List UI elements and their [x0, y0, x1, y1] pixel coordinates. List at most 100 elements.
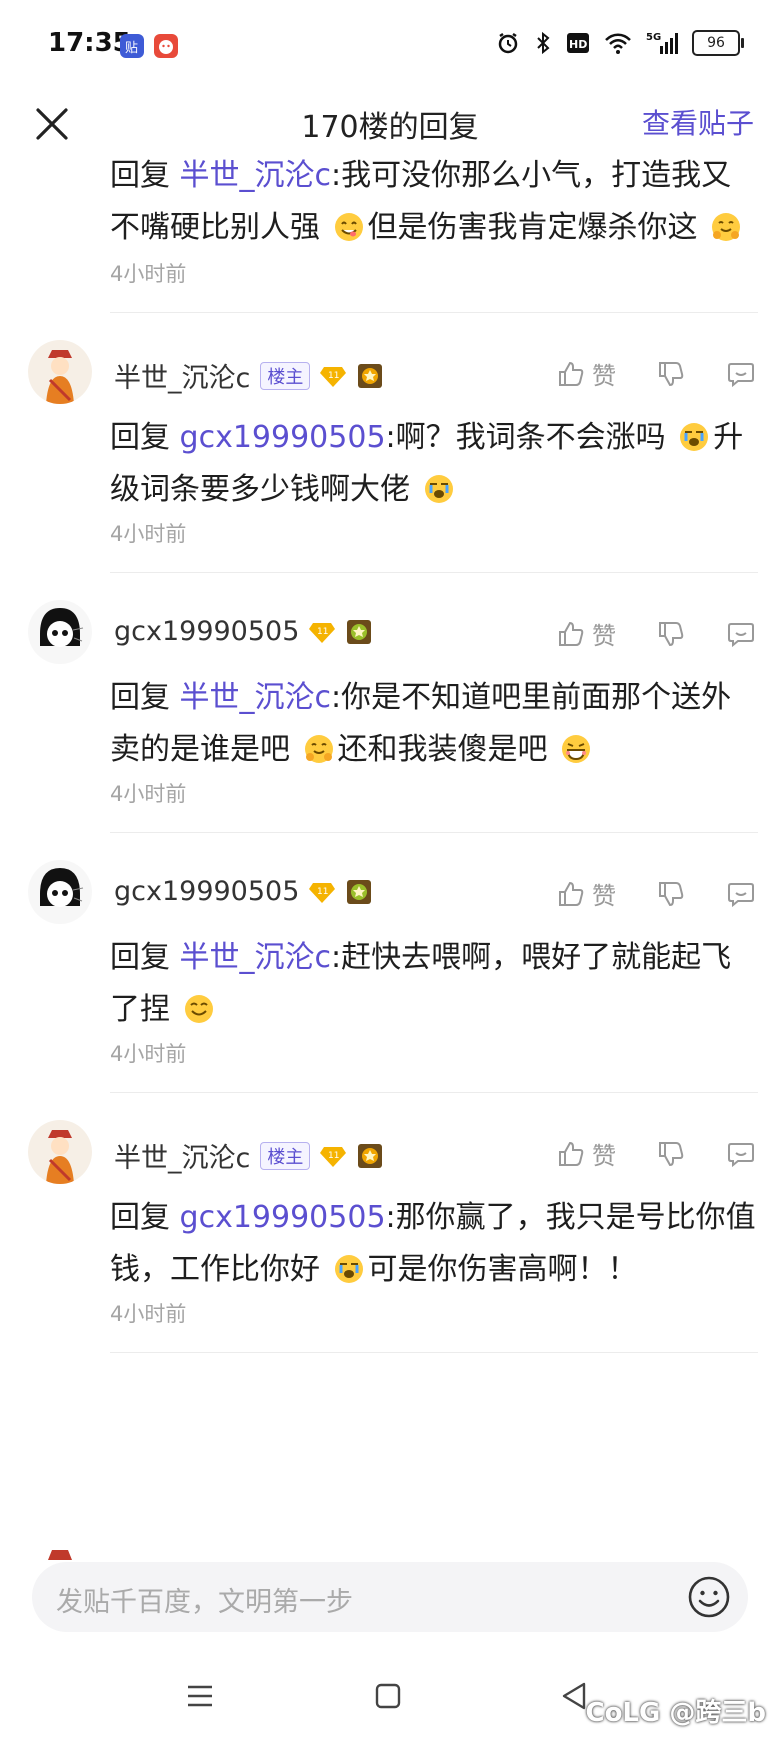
honor-badge-icon	[347, 879, 372, 904]
menu-icon[interactable]	[182, 1678, 218, 1714]
reply-input-bar[interactable]: 发贴千百度，文明第一步	[32, 1562, 748, 1632]
thumbs-up-icon	[559, 1141, 584, 1166]
avatar[interactable]	[28, 340, 92, 404]
divider	[110, 572, 758, 573]
reply-actions: 赞	[556, 1136, 756, 1171]
divider	[110, 1352, 758, 1353]
level-number: 11	[328, 371, 339, 381]
thumbs-down-icon[interactable]	[656, 619, 686, 649]
like-label: 赞	[592, 1142, 616, 1170]
reply-time: 4小时前	[110, 522, 187, 546]
reply-text: 回复 gcx19990505:啊？我词条不会涨吗 升级词条要多少钱啊大佬	[110, 412, 758, 516]
reply-time: 4小时前	[110, 782, 187, 806]
reply-text-part: :啊？我词条不会涨吗	[385, 420, 666, 455]
mention-link[interactable]: gcx19990505	[180, 1200, 386, 1235]
honor-badge-icon	[358, 1143, 383, 1168]
like-button[interactable]: 赞	[556, 1136, 616, 1171]
wifi-icon	[605, 33, 631, 54]
hug-emoji-icon	[712, 213, 741, 241]
crying-emoji-icon	[680, 423, 709, 451]
alarm-icon	[498, 32, 518, 54]
reply-text-part: 但是伤害我肯定爆杀你这	[367, 210, 698, 245]
status-icons: HD 5G 96	[496, 30, 744, 56]
hd-icon: HD	[567, 33, 589, 53]
grin-emoji-icon	[562, 735, 591, 763]
home-icon[interactable]	[370, 1678, 406, 1714]
mention-link[interactable]: 半世_沉沦c	[180, 680, 332, 715]
level-gem-icon: 11	[309, 622, 336, 643]
smile-emoji-icon	[184, 995, 213, 1023]
like-button[interactable]: 赞	[556, 356, 616, 391]
mention-link[interactable]: gcx19990505	[180, 420, 386, 455]
avatar[interactable]	[28, 860, 92, 924]
yum-emoji-icon	[334, 213, 363, 241]
status-bar: 17:35 贴 HD 5G 96	[0, 0, 780, 92]
honor-badge-icon	[358, 363, 383, 388]
username-row: gcx19990505 11	[114, 876, 373, 907]
thumbs-down-icon[interactable]	[656, 1139, 686, 1169]
divider	[110, 1092, 758, 1093]
reply-time: 4小时前	[110, 1042, 187, 1066]
username[interactable]: 半世_沉沦c	[114, 1136, 250, 1175]
comment-icon[interactable]	[726, 359, 756, 389]
reply-actions: 赞	[556, 876, 756, 911]
crying-emoji-icon	[334, 1255, 363, 1283]
like-label: 赞	[592, 622, 616, 650]
reply-text: 回复 gcx19990505:那你赢了，我只是号比你值钱，工作比你好 可是你伤害…	[110, 1192, 758, 1296]
tieba-app-icon: 贴	[120, 34, 144, 58]
level-gem-icon: 11	[320, 366, 347, 387]
view-post-link[interactable]: 查看贴子	[642, 102, 754, 142]
reply-text: 回复 半世_沉沦c:你是不知道吧里前面那个送外卖的是谁是吧 还和我装傻是吧	[110, 672, 758, 776]
divider	[110, 312, 758, 313]
avatar[interactable]	[28, 600, 92, 664]
reply-actions: 赞	[556, 356, 756, 391]
username-row: 半世_沉沦c 楼主 11	[114, 356, 384, 395]
username[interactable]: gcx19990505	[114, 616, 299, 647]
hug-emoji-icon	[304, 735, 333, 763]
comment-icon[interactable]	[726, 879, 756, 909]
reply-time: 4小时前	[110, 262, 187, 286]
divider	[110, 832, 758, 833]
level-gem-icon: 11	[320, 1146, 347, 1167]
emoji-picker-icon[interactable]	[686, 1574, 732, 1620]
status-time: 17:35	[48, 28, 131, 58]
crying-emoji-icon	[424, 475, 453, 503]
thumbs-up-icon	[559, 881, 584, 906]
reply-prefix: 回复	[110, 1200, 170, 1235]
like-button[interactable]: 赞	[556, 616, 616, 651]
username[interactable]: 半世_沉沦c	[114, 356, 250, 395]
svg-text:HD: HD	[569, 38, 587, 51]
comment-icon[interactable]	[726, 619, 756, 649]
owner-badge: 楼主	[260, 361, 311, 390]
reply-text-part: 可是你伤害高啊！！	[367, 1252, 638, 1287]
thumbs-down-icon[interactable]	[656, 359, 686, 389]
thumbs-up-icon	[559, 361, 584, 386]
honor-badge-icon	[347, 619, 372, 644]
reply-prefix: 回复	[110, 420, 170, 455]
thumbs-up-icon	[559, 621, 584, 646]
svg-text:贴: 贴	[125, 41, 138, 56]
like-label: 赞	[592, 362, 616, 390]
avatar-partial	[36, 1538, 84, 1560]
app-notification-icon	[154, 34, 178, 58]
reply-time: 4小时前	[110, 1302, 187, 1326]
owner-badge: 楼主	[260, 1141, 311, 1170]
reply-prefix: 回复	[110, 680, 170, 715]
like-button[interactable]: 赞	[556, 876, 616, 911]
reply-actions: 赞	[556, 616, 756, 651]
mention-link[interactable]: 半世_沉沦c	[180, 940, 332, 975]
reply-prefix: 回复	[110, 158, 170, 193]
mention-link[interactable]: 半世_沉沦c	[180, 158, 332, 193]
reply-text: 回复 半世_沉沦c:赶快去喂啊，喂好了就能起飞了捏	[110, 932, 758, 1036]
thumbs-down-icon[interactable]	[656, 879, 686, 909]
reply-input-placeholder: 发贴千百度，文明第一步	[56, 1587, 353, 1618]
reply-text-part: 还和我装傻是吧	[337, 732, 548, 767]
username[interactable]: gcx19990505	[114, 876, 299, 907]
battery-indicator: 96	[692, 30, 744, 56]
avatar[interactable]	[28, 1120, 92, 1184]
comment-icon[interactable]	[726, 1139, 756, 1169]
like-label: 赞	[592, 882, 616, 910]
reply-prefix: 回复	[110, 940, 170, 975]
level-number: 11	[328, 1151, 339, 1161]
system-nav-bar: CoLG @跨三b	[0, 1650, 780, 1744]
